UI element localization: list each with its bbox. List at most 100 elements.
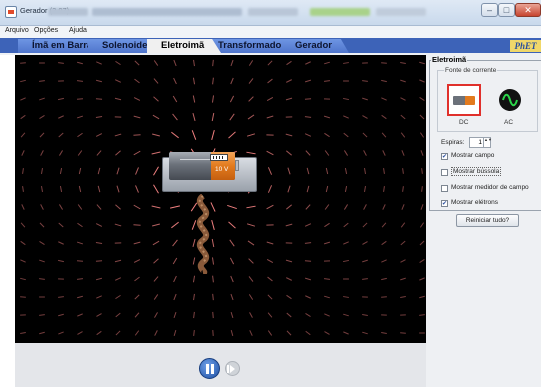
field-needle xyxy=(78,185,82,193)
field-needle xyxy=(212,311,214,319)
field-needle xyxy=(343,97,349,101)
field-needle xyxy=(58,115,64,119)
loops-spinner[interactable]: 1 ▲▼ xyxy=(469,137,492,148)
field-needle xyxy=(248,78,254,84)
field-needle xyxy=(305,61,311,65)
field-needle xyxy=(402,168,404,174)
field-needle xyxy=(266,150,274,156)
field-needle xyxy=(343,331,349,335)
field-needle xyxy=(248,60,254,66)
field-needle xyxy=(170,205,180,209)
ac-source-option[interactable] xyxy=(495,85,525,115)
menu-arquivo[interactable]: Arquivo xyxy=(5,27,29,34)
simulation-canvas[interactable]: 10 V xyxy=(15,55,426,343)
field-needle xyxy=(304,260,312,262)
field-needle xyxy=(193,329,195,337)
field-needle xyxy=(419,240,425,246)
field-needle xyxy=(39,132,45,138)
field-needle xyxy=(400,240,406,246)
minimize-button[interactable]: – xyxy=(481,3,498,17)
field-needle xyxy=(40,150,44,156)
field-needle xyxy=(267,312,273,318)
show-field-meter-checkbox[interactable] xyxy=(441,185,448,192)
field-needle xyxy=(421,168,423,174)
tab-gerador[interactable]: Gerador xyxy=(281,39,349,53)
field-needle xyxy=(96,295,102,299)
field-needle xyxy=(400,132,406,138)
menu-bar: Arquivo Opções Ajuda xyxy=(0,26,541,38)
field-needle xyxy=(419,222,425,228)
field-needle xyxy=(248,96,254,102)
field-needle xyxy=(152,133,160,137)
field-needle xyxy=(363,204,367,210)
field-needle xyxy=(246,223,256,227)
field-needle xyxy=(173,311,177,319)
maximize-button[interactable]: □ xyxy=(498,3,515,17)
show-compass-checkbox[interactable] xyxy=(441,169,448,176)
field-needle xyxy=(400,62,406,64)
menu-opcoes[interactable]: Opções xyxy=(34,27,58,34)
field-needle xyxy=(227,204,237,210)
field-needle xyxy=(95,277,103,281)
field-needle xyxy=(77,132,83,138)
left-margin xyxy=(0,55,15,387)
field-needle xyxy=(419,295,425,299)
ac-label: AC xyxy=(504,119,514,126)
field-needle xyxy=(343,296,349,298)
tab-ima-em-barra[interactable]: Ímã em Barra xyxy=(18,39,98,53)
field-needle xyxy=(267,167,273,175)
field-needle xyxy=(324,61,330,65)
field-needle xyxy=(248,276,254,282)
field-needle xyxy=(287,167,291,175)
field-needle xyxy=(304,79,312,83)
field-needle xyxy=(267,185,273,193)
field-needle xyxy=(325,185,329,193)
field-needle xyxy=(324,132,330,138)
field-needle xyxy=(76,115,84,119)
field-needle xyxy=(193,293,195,301)
tab-eletroima[interactable]: Eletroimã xyxy=(147,39,221,53)
reset-all-button[interactable]: Reiniciar tudo? xyxy=(456,214,519,227)
step-button[interactable] xyxy=(225,361,240,376)
dc-source-option[interactable] xyxy=(447,84,481,116)
field-needle xyxy=(97,185,101,193)
field-needle xyxy=(39,241,45,245)
field-needle xyxy=(362,97,368,101)
field-needle xyxy=(266,241,274,245)
field-needle xyxy=(173,77,177,85)
field-needle xyxy=(173,293,177,301)
pause-button[interactable] xyxy=(199,358,220,379)
field-needle xyxy=(304,242,312,244)
field-needle xyxy=(114,259,122,263)
field-needle xyxy=(133,150,141,156)
spinner-arrows-icon[interactable]: ▲▼ xyxy=(483,137,492,147)
field-needle xyxy=(153,258,159,264)
field-needle xyxy=(401,204,405,210)
close-button[interactable]: ✕ xyxy=(515,3,541,17)
field-needle xyxy=(419,314,425,316)
field-needle xyxy=(20,240,26,246)
field-needle xyxy=(383,186,385,192)
step-icon xyxy=(227,365,235,373)
voltage-slider[interactable] xyxy=(210,154,228,161)
field-needle xyxy=(381,132,387,138)
field-needle xyxy=(249,312,253,318)
field-needle xyxy=(193,311,195,319)
field-needle xyxy=(192,112,196,122)
field-needle xyxy=(229,257,235,265)
field-needle xyxy=(419,114,425,120)
show-electrons-checkbox[interactable]: ✔ xyxy=(441,200,448,207)
field-needle xyxy=(192,77,196,85)
field-needle xyxy=(58,241,64,245)
field-needle xyxy=(266,258,274,264)
field-needle xyxy=(20,79,26,83)
field-needle xyxy=(267,330,273,336)
field-needle xyxy=(267,294,273,300)
field-needle xyxy=(246,133,256,137)
menu-ajuda[interactable]: Ajuda xyxy=(69,27,87,34)
field-needle xyxy=(77,150,83,156)
show-field-checkbox[interactable]: ✔ xyxy=(441,153,448,160)
field-needle xyxy=(96,150,102,156)
field-needle xyxy=(267,78,273,84)
field-needle xyxy=(151,205,161,209)
